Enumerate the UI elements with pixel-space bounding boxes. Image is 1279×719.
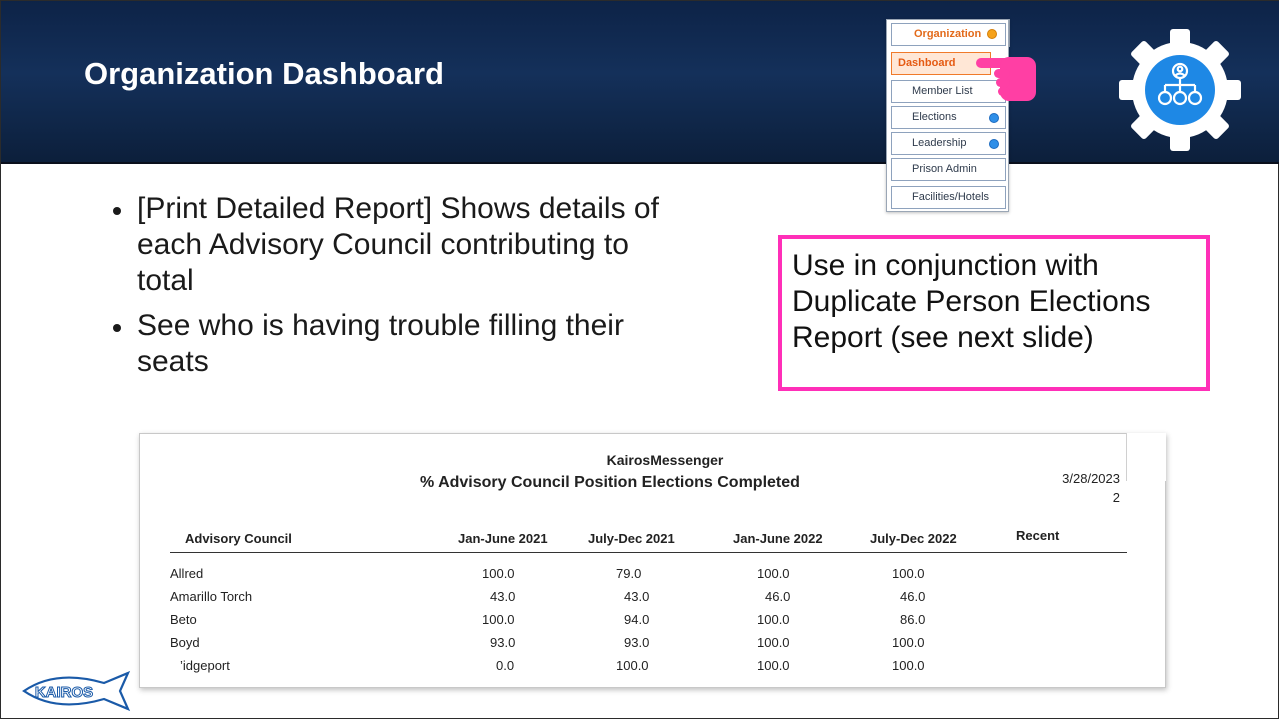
table-cell-council: ’idgeport xyxy=(180,658,230,673)
expand-dot-icon xyxy=(989,139,999,149)
col-header-advisory-council: Advisory Council xyxy=(185,531,292,546)
bullet-list: [Print Detailed Report] Shows details of… xyxy=(113,191,673,389)
bullet-item: See who is having trouble filling their … xyxy=(113,308,673,380)
menu-item-organization[interactable]: Organization xyxy=(891,23,1006,46)
bullet-text: [Print Detailed Report] Shows details of… xyxy=(137,192,659,297)
callout-box: Use in conjunction with Duplicate Person… xyxy=(778,235,1210,391)
expand-dot-icon xyxy=(987,29,997,39)
table-cell: 43.0 xyxy=(624,589,650,604)
col-header-jan-june-2022: Jan-June 2022 xyxy=(733,531,823,546)
table-cell: 94.0 xyxy=(624,612,650,627)
report-preview: KairosMessenger % Advisory Council Posit… xyxy=(139,433,1166,688)
table-cell: 100.0 xyxy=(892,635,925,650)
slide-title: Organization Dashboard xyxy=(84,56,444,91)
org-gear-icon xyxy=(1119,29,1241,151)
slide: Organization Dashboard Organization Dash… xyxy=(0,0,1279,719)
bullet-dot xyxy=(113,207,121,215)
table-cell: 100.0 xyxy=(482,612,515,627)
table-cell-council: Amarillo Torch xyxy=(170,589,253,604)
report-org-name: KairosMessenger xyxy=(606,452,724,468)
report-title: % Advisory Council Position Elections Co… xyxy=(420,474,800,491)
col-header-july-dec-2021: July-Dec 2021 xyxy=(588,531,675,546)
menu-item-label: Organization xyxy=(914,28,982,40)
menu-item-prison-admin[interactable]: Prison Admin xyxy=(891,158,1006,181)
col-header-recent: Recent xyxy=(1016,528,1060,543)
table-cell: 46.0 xyxy=(900,589,926,604)
menu-item-facilities-hotels[interactable]: Facilities/Hotels xyxy=(891,186,1006,209)
table-cell: 93.0 xyxy=(490,635,516,650)
table-cell: 43.0 xyxy=(490,589,516,604)
bullet-item: [Print Detailed Report] Shows details of… xyxy=(113,191,673,299)
report-date: 3/28/2023 xyxy=(1062,471,1120,486)
table-cell: 100.0 xyxy=(757,612,790,627)
table-cell-council: Boyd xyxy=(170,635,200,650)
menu-item-label: Prison Admin xyxy=(912,163,977,175)
table-cell-council: Beto xyxy=(170,612,197,627)
table-cell: 93.0 xyxy=(624,635,650,650)
menu-item-label: Dashboard xyxy=(898,57,956,69)
table-cell: 100.0 xyxy=(616,658,649,673)
table-cell: 100.0 xyxy=(892,566,925,581)
table-cell: 79.0 xyxy=(616,566,642,581)
menu-item-leadership[interactable]: Leadership xyxy=(891,132,1006,155)
pointing-hand-icon xyxy=(976,57,1036,101)
table-cell: 0.0 xyxy=(496,658,515,673)
header-rule xyxy=(170,552,1127,553)
table-cell: 100.0 xyxy=(892,658,925,673)
table-cell: 100.0 xyxy=(757,658,790,673)
col-header-july-dec-2022: July-Dec 2022 xyxy=(870,531,957,546)
table-cell: 46.0 xyxy=(765,589,791,604)
expand-dot-icon xyxy=(989,113,999,123)
table-cell: 100.0 xyxy=(757,635,790,650)
table-cell: 100.0 xyxy=(482,566,515,581)
menu-item-label: Facilities/Hotels xyxy=(912,191,990,203)
title-bar: Organization Dashboard xyxy=(1,1,1279,164)
table-cell: 86.0 xyxy=(900,612,926,627)
menu-item-label: Leadership xyxy=(912,137,967,149)
table-cell: 100.0 xyxy=(757,566,790,581)
report-page-number: 2 xyxy=(1112,490,1120,505)
table-cell-council: Allred xyxy=(170,566,204,581)
menu-item-elections[interactable]: Elections xyxy=(891,106,1006,129)
bullet-text: See who is having trouble filling their … xyxy=(137,309,624,378)
kairos-fish-logo: KAIROS xyxy=(22,670,131,712)
menu-item-label: Elections xyxy=(912,111,957,123)
callout-text: Use in conjunction with Duplicate Person… xyxy=(792,249,1151,354)
menu-item-label: Member List xyxy=(912,85,973,97)
bullet-dot xyxy=(113,324,121,332)
logo-text: KAIROS xyxy=(35,684,93,701)
col-header-jan-june-2021: Jan-June 2021 xyxy=(458,531,548,546)
